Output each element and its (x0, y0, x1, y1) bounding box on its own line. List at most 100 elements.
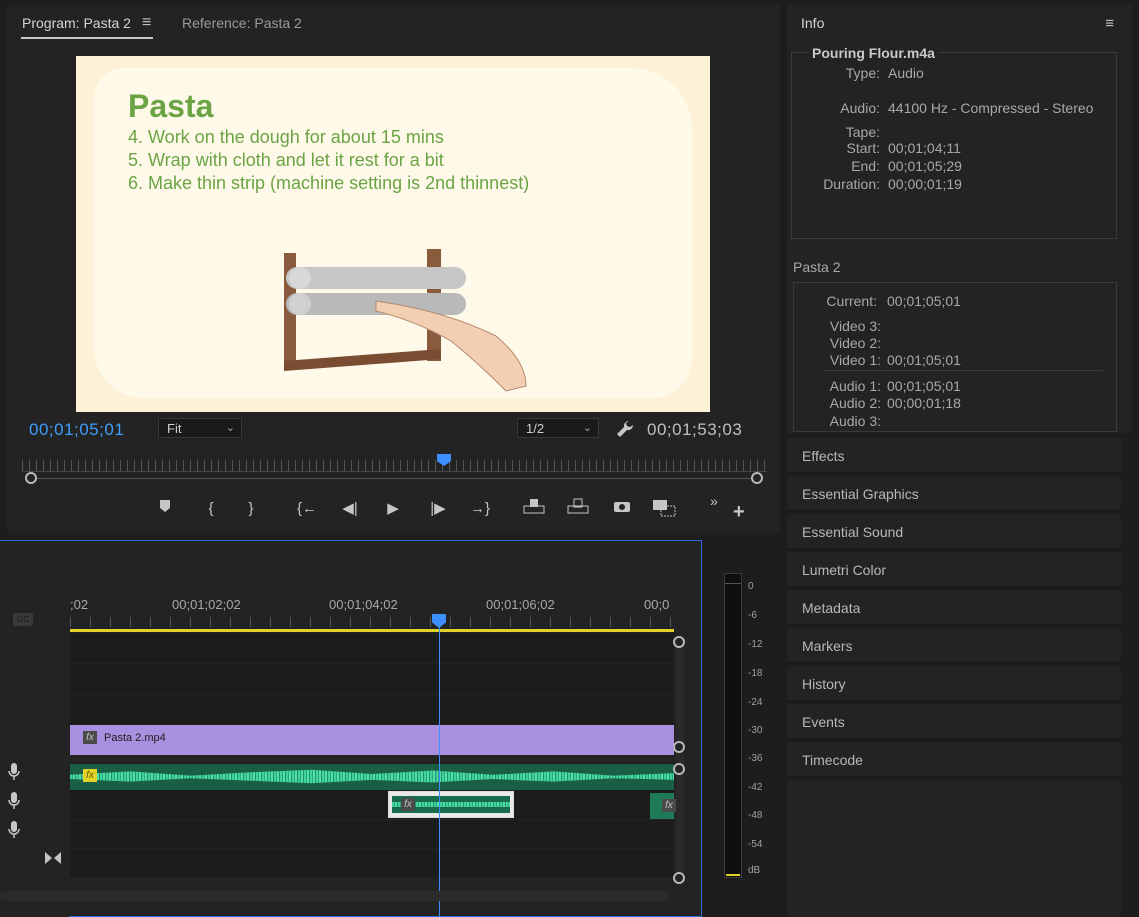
hamburger-icon[interactable]: ≡ (142, 14, 151, 32)
step-back-button[interactable]: ◀| (338, 498, 362, 520)
mark-out-button[interactable]: } (239, 498, 263, 520)
track-master[interactable] (70, 849, 674, 877)
audio-meter-panel: 0 -6 -12 -18 -24 -30 -36 -42 -48 -54 dB (704, 540, 782, 917)
duration-label: Duration: (823, 176, 880, 192)
db-label: -24 (748, 697, 763, 708)
scroll-handle[interactable] (673, 741, 685, 753)
panel-lumetri-color[interactable]: Lumetri Color (787, 552, 1121, 588)
tab-reference[interactable]: Reference: Pasta 2 (182, 15, 302, 31)
lift-button[interactable] (522, 498, 546, 520)
peak-indicator[interactable] (725, 574, 741, 584)
zoom-handle-left[interactable] (25, 472, 37, 484)
panel-essential-sound[interactable]: Essential Sound (787, 514, 1121, 550)
audio2-label: Audio 2: (829, 395, 881, 411)
comparison-view-button[interactable] (652, 498, 676, 520)
db-label: -18 (748, 668, 763, 679)
camera-icon[interactable] (610, 498, 634, 520)
add-marker-button[interactable] (153, 498, 177, 520)
type-value: Audio (888, 65, 924, 81)
current-timecode[interactable]: 00;01;05;01 (29, 420, 124, 440)
audio-clip-body: fx (392, 796, 510, 813)
microphone-icon[interactable] (8, 821, 20, 839)
slide-title: Pasta (128, 88, 214, 124)
plus-icon[interactable]: + (733, 501, 745, 524)
hamburger-icon[interactable]: ≡ (1105, 15, 1114, 32)
double-chevron-right-icon[interactable]: » (710, 493, 718, 509)
panel-metadata[interactable]: Metadata (787, 590, 1121, 626)
audio1-value: 00;01;05;01 (887, 378, 961, 394)
tab-program[interactable]: Program: Pasta 2 (22, 15, 131, 31)
empty-panel-area (787, 780, 1121, 917)
video3-label: Video 3: (829, 318, 881, 334)
resolution-select[interactable]: 1/2 ⌄ (517, 418, 599, 438)
db-label: -30 (748, 725, 763, 736)
extract-button[interactable] (566, 498, 590, 520)
panel-history[interactable]: History (787, 666, 1121, 702)
fx-badge-icon: fx (662, 799, 676, 812)
db-label: -6 (748, 610, 757, 621)
audio1-label: Audio 1: (829, 378, 881, 394)
master-track-icon[interactable] (45, 852, 61, 864)
mark-in-button[interactable]: { (199, 498, 223, 520)
microphone-icon[interactable] (8, 763, 20, 781)
timeline-ruler-label: 00;01;06;02 (486, 597, 555, 612)
info-panel: Info ≡ Pouring Flour.m4a Type: Audio Aud… (787, 5, 1132, 433)
audio2-value: 00;00;01;18 (887, 395, 961, 411)
panel-events[interactable]: Events (787, 704, 1121, 740)
track-audio-3[interactable] (70, 820, 674, 848)
zoom-scroll-bar[interactable] (31, 478, 759, 479)
video2-label: Video 2: (829, 335, 881, 351)
db-label: -36 (748, 753, 763, 764)
scroll-handle[interactable] (673, 763, 685, 775)
work-area-bar[interactable] (70, 629, 674, 632)
type-label: Type: (845, 65, 880, 81)
video-preview: Pasta 4. Work on the dough for about 15 … (76, 56, 710, 412)
timeline-ruler-label: 00;01;02;02 (172, 597, 241, 612)
microphone-icon[interactable] (8, 792, 20, 810)
start-value: 00;01;04;11 (888, 140, 961, 156)
video1-value: 00;01;05;01 (887, 352, 961, 368)
audio-clip[interactable]: fx (70, 764, 674, 790)
program-monitor: Program: Pasta 2 ≡ Reference: Pasta 2 Pa… (7, 5, 780, 533)
db-label: -42 (748, 782, 763, 793)
zoom-handle-right[interactable] (751, 472, 763, 484)
video-clip[interactable]: fx Pasta 2.mp4 (70, 725, 674, 755)
play-button[interactable]: ▶ (381, 498, 405, 520)
panel-markers[interactable]: Markers (787, 628, 1121, 664)
go-to-in-button[interactable]: {← (295, 498, 319, 520)
audio-clip[interactable]: fx (650, 793, 676, 819)
db-label: -48 (748, 810, 763, 821)
track-video-3[interactable] (70, 633, 674, 663)
video1-label: Video 1: (829, 352, 881, 368)
wrench-icon[interactable] (615, 419, 635, 439)
go-to-out-button[interactable]: →} (468, 498, 492, 520)
vertical-scrollbar[interactable] (676, 641, 684, 881)
timeline-ruler-label: 00;01;04;02 (329, 597, 398, 612)
zoom-select[interactable]: Fit ⌄ (158, 418, 242, 438)
audio-label: Audio: (840, 100, 880, 116)
horizontal-scrollbar[interactable] (0, 891, 670, 901)
end-label: End: (851, 158, 880, 174)
panel-effects[interactable]: Effects (787, 438, 1121, 474)
timeline-ruler-label: 00;0 (644, 597, 670, 612)
panel-timecode[interactable]: Timecode (787, 742, 1121, 778)
timeline-ruler[interactable] (70, 617, 674, 627)
chevron-down-icon: ⌄ (582, 422, 592, 434)
db-label: 0 (748, 581, 754, 592)
panel-title[interactable]: Info (801, 15, 824, 31)
clip-name: Pouring Flour.m4a (808, 45, 939, 61)
divider (823, 370, 1103, 371)
track-video-1[interactable] (70, 695, 674, 725)
monitor-time-ruler[interactable] (22, 460, 767, 472)
track-video-2[interactable] (70, 664, 674, 694)
scroll-handle[interactable] (673, 872, 685, 884)
slide-step: 4. Work on the dough for about 15 mins (128, 127, 444, 147)
panel-essential-graphics[interactable]: Essential Graphics (787, 476, 1121, 512)
scroll-handle[interactable] (673, 636, 685, 648)
track-audio-2[interactable] (70, 791, 674, 819)
timeline-panel: CC ;02 00;01;02;02 00;01;04;02 00;01;06;… (0, 540, 702, 917)
audio-clip-selected[interactable]: fx (388, 791, 514, 818)
step-forward-button[interactable]: |▶ (426, 498, 450, 520)
captions-icon[interactable]: CC (13, 613, 33, 626)
duration-timecode: 00;01;53;03 (647, 420, 743, 439)
